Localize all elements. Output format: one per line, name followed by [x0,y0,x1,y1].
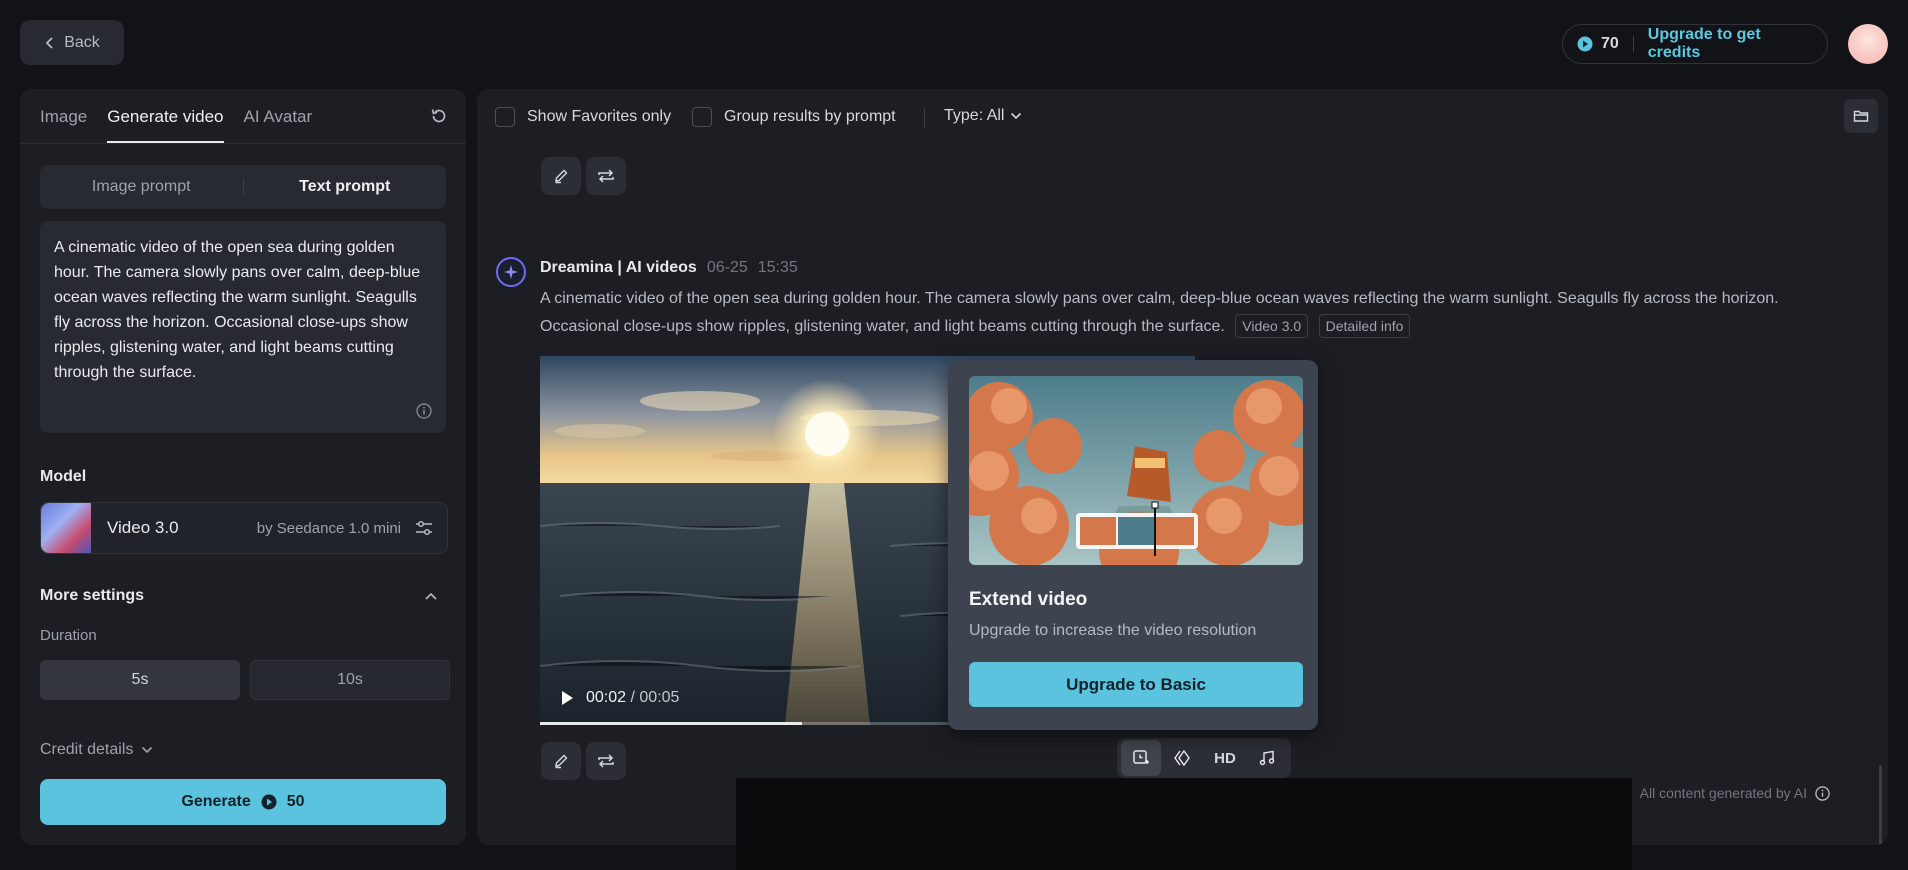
add-soundtrack-button[interactable] [1247,740,1287,776]
popover-title: Extend video [969,589,1088,610]
tab-generate-video[interactable]: Generate video [107,107,224,143]
show-favorites-checkbox[interactable]: Show Favorites only [495,107,671,127]
left-panel: Image Generate video AI Avatar Image pro… [20,89,466,845]
diamond-icon [1174,749,1192,767]
more-settings-header[interactable]: More settings [40,587,446,605]
generate-button[interactable]: Generate 50 [40,779,446,825]
prompt-textarea[interactable]: A cinematic video of the open sea during… [40,221,446,433]
avatar[interactable] [1848,24,1888,64]
image-prompt-tab[interactable]: Image prompt [40,178,244,196]
divider [1632,36,1634,52]
result-prompt: A cinematic video of the open sea during… [540,285,1830,341]
video-tools: HD [1117,738,1291,778]
duration-label: Duration [40,627,97,644]
more-settings-label: More settings [40,587,145,604]
repeat-icon [597,168,615,184]
model-thumbnail [41,503,91,553]
model-label: Model [40,468,87,485]
checkbox-box[interactable] [692,107,712,127]
credit-icon [261,794,277,810]
extend-video-button[interactable] [1121,740,1161,776]
scrollbar[interactable] [1879,765,1882,845]
chevron-down-icon [141,746,153,754]
upgrade-link[interactable]: Upgrade to get credits [1648,26,1813,62]
divider [20,143,466,144]
sliders-icon[interactable] [415,520,433,536]
prompt-text: A cinematic video of the open sea during… [54,239,421,381]
group-results-checkbox[interactable]: Group results by prompt [692,107,896,127]
progress-fill [540,722,802,725]
tab-image[interactable]: Image [40,107,87,143]
ai-disclaimer-text: All content generated by AI [1639,785,1807,801]
result-source: Dreamina | AI videos [540,259,697,276]
popover-subtitle: Upgrade to increase the video resolution [969,622,1257,639]
model-chip[interactable]: Video 3.0 [1235,314,1309,338]
music-note-icon [1259,750,1275,766]
result-meta: Dreamina | AI videos 06-25 15:35 [540,259,798,277]
text-prompt-tab[interactable]: Text prompt [244,178,447,196]
result-time: 15:35 [757,259,798,276]
tab-ai-avatar[interactable]: AI Avatar [244,107,313,143]
duration-10s-button[interactable]: 10s [250,660,450,700]
regenerate-button[interactable] [586,742,626,780]
upgrade-to-basic-button[interactable]: Upgrade to Basic [969,662,1303,707]
total-time: 00:05 [639,689,680,706]
model-name: Video 3.0 [107,518,179,537]
regenerate-button[interactable] [586,157,626,195]
edit-button[interactable] [541,157,581,195]
extend-video-popover: Extend video Upgrade to increase the vid… [948,360,1318,730]
model-selector[interactable]: Video 3.0 by Seedance 1.0 mini [40,502,448,554]
back-label: Back [64,33,100,51]
overlay-strip [736,778,1632,870]
divider [924,108,925,128]
chevron-down-icon [1010,112,1022,120]
video-controls: 00:02 / 00:05 [560,689,679,707]
model-provider: by Seedance 1.0 mini [256,519,401,537]
dreamina-logo-icon [496,257,526,287]
folder-icon[interactable] [1844,99,1878,133]
reset-icon[interactable] [430,107,448,125]
pencil-icon [553,168,569,184]
repeat-icon [597,753,615,769]
show-favorites-label: Show Favorites only [527,108,672,125]
credit-details-label: Credit details [40,741,134,758]
back-button[interactable]: Back [20,20,124,65]
credit-details-toggle[interactable]: Credit details [40,741,153,759]
chevron-left-icon [44,36,56,50]
checkbox-box[interactable] [495,107,515,127]
play-icon[interactable] [560,690,574,706]
type-filter-label: Type: All [944,107,1005,124]
extend-video-preview [969,376,1303,565]
duration-5s-button[interactable]: 5s [40,660,240,700]
ai-disclaimer: All content generated by AI [1640,785,1830,801]
credit-count: 70 [1601,35,1619,52]
extend-icon [1132,749,1150,767]
info-icon[interactable] [1815,785,1830,801]
result-date: 06-25 [706,259,748,276]
prompt-type-toggle: Image prompt Text prompt [40,165,446,209]
pencil-icon [553,753,569,769]
mode-tabs: Image Generate video AI Avatar [40,107,312,143]
detailed-info-chip[interactable]: Detailed info [1318,314,1411,338]
frame-interpolation-button[interactable] [1163,740,1203,776]
group-results-label: Group results by prompt [724,108,896,125]
generate-cost: 50 [286,793,305,810]
info-icon[interactable] [416,403,432,419]
hd-upscale-button[interactable]: HD [1205,740,1245,776]
edit-button[interactable] [541,742,581,780]
type-filter-dropdown[interactable]: Type: All [944,107,1022,125]
credit-icon [1577,36,1593,52]
result-prompt-text: A cinematic video of the open sea during… [540,290,1779,335]
credits-pill[interactable]: 70 Upgrade to get credits [1562,24,1828,64]
current-time: 00:02 [586,689,627,706]
chevron-up-icon[interactable] [424,591,438,601]
generate-label: Generate [181,793,251,810]
